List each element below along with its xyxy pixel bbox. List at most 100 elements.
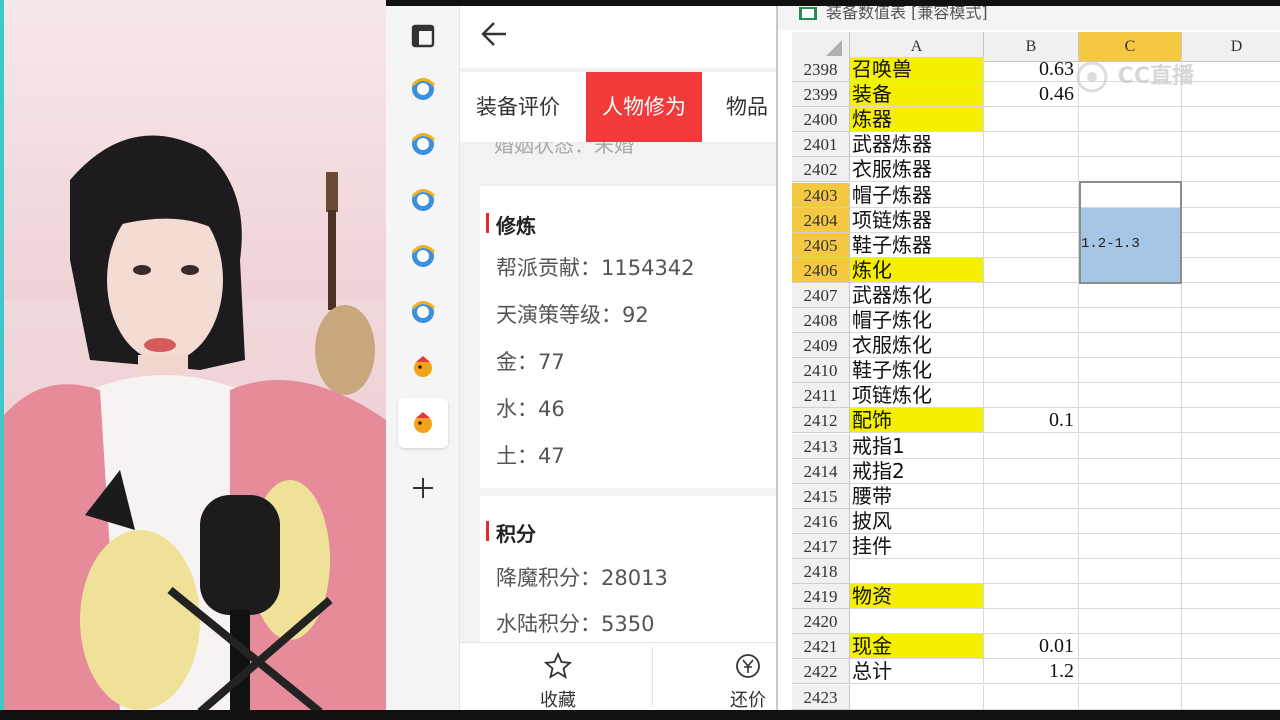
window-icon[interactable]: [407, 20, 439, 52]
cell-b[interactable]: 0.46: [984, 82, 1079, 107]
cell-d[interactable]: [1182, 258, 1280, 283]
cell-c[interactable]: [1079, 484, 1182, 509]
cell-d[interactable]: [1182, 132, 1280, 157]
cell-d[interactable]: [1182, 183, 1280, 208]
cell-a[interactable]: 衣服炼器: [850, 157, 984, 182]
cell-b[interactable]: 0.01: [984, 634, 1079, 659]
row-header[interactable]: 2410: [792, 358, 850, 383]
cell-b[interactable]: [984, 509, 1079, 534]
cell-c[interactable]: [1079, 308, 1182, 333]
row-header[interactable]: 2401: [792, 132, 850, 157]
cell-b[interactable]: [984, 484, 1079, 509]
cell-d[interactable]: [1182, 434, 1280, 459]
cell-a[interactable]: 召唤兽: [850, 57, 984, 82]
cell-d[interactable]: [1182, 459, 1280, 484]
cell-b[interactable]: [984, 584, 1079, 609]
cell-d[interactable]: [1182, 559, 1280, 584]
row-header[interactable]: 2421: [792, 634, 850, 659]
cell-a[interactable]: [850, 609, 984, 634]
cell-b[interactable]: [984, 434, 1079, 459]
row-header[interactable]: 2415: [792, 484, 850, 509]
cell-c[interactable]: [1079, 333, 1182, 358]
cell-a[interactable]: 总计: [850, 659, 984, 684]
cell-c[interactable]: [1079, 283, 1182, 308]
cell-b[interactable]: [984, 559, 1079, 584]
cell-d[interactable]: [1182, 157, 1280, 182]
row-header[interactable]: 2400: [792, 107, 850, 132]
cell-b[interactable]: [984, 333, 1079, 358]
game-bird-icon[interactable]: [398, 398, 448, 448]
cell-b[interactable]: [984, 258, 1079, 283]
browser-icon[interactable]: [407, 184, 439, 216]
cell-a[interactable]: 现金: [850, 634, 984, 659]
cell-c[interactable]: [1079, 509, 1182, 534]
row-header[interactable]: 2405: [792, 233, 850, 258]
cell-b[interactable]: [984, 107, 1079, 132]
cell-a[interactable]: 腰带: [850, 484, 984, 509]
cell-b[interactable]: [984, 208, 1079, 233]
browser-icon[interactable]: [407, 73, 439, 105]
row-header[interactable]: 2409: [792, 333, 850, 358]
selected-range[interactable]: [1079, 181, 1182, 284]
cell-c[interactable]: [1079, 358, 1182, 383]
game-bird-icon[interactable]: [407, 351, 439, 383]
cell-d[interactable]: [1182, 659, 1280, 684]
cell-b[interactable]: 1.2: [984, 659, 1079, 684]
cell-a[interactable]: 戒指2: [850, 459, 984, 484]
cell-a[interactable]: 戒指1: [850, 434, 984, 459]
row-header[interactable]: 2408: [792, 308, 850, 333]
favorite-button[interactable]: 收藏: [536, 651, 580, 710]
cell-c[interactable]: [1079, 559, 1182, 584]
cell-b[interactable]: [984, 308, 1079, 333]
cell-a[interactable]: 披风: [850, 509, 984, 534]
cell-c[interactable]: [1079, 609, 1182, 634]
cell-b[interactable]: [984, 157, 1079, 182]
cell-a[interactable]: 炼化: [850, 258, 984, 283]
cell-b[interactable]: [984, 132, 1079, 157]
cell-d[interactable]: [1182, 634, 1280, 659]
cell-c[interactable]: [1079, 534, 1182, 559]
cell-d[interactable]: [1182, 333, 1280, 358]
cell-c[interactable]: [1079, 107, 1182, 132]
cell-b[interactable]: [984, 283, 1079, 308]
cell-b[interactable]: [984, 358, 1079, 383]
cell-d[interactable]: [1182, 484, 1280, 509]
cell-a[interactable]: 项链炼器: [850, 208, 984, 233]
cell-a[interactable]: 配饰: [850, 408, 984, 433]
cell-c[interactable]: [1079, 685, 1182, 710]
cell-b[interactable]: 0.63: [984, 57, 1079, 82]
browser-icon[interactable]: [407, 128, 439, 160]
row-header[interactable]: 2420: [792, 609, 850, 634]
cell-d[interactable]: [1182, 685, 1280, 710]
row-header[interactable]: 2423: [792, 685, 850, 710]
cell-d[interactable]: [1182, 584, 1280, 609]
cell-a[interactable]: [850, 559, 984, 584]
cell-b[interactable]: 0.1: [984, 408, 1079, 433]
cell-a[interactable]: 物资: [850, 584, 984, 609]
row-header[interactable]: 2402: [792, 157, 850, 182]
cell-b[interactable]: [984, 233, 1079, 258]
cell-a[interactable]: 衣服炼化: [850, 333, 984, 358]
cell-d[interactable]: [1182, 208, 1280, 233]
cell-c[interactable]: [1079, 434, 1182, 459]
cell-c[interactable]: [1079, 132, 1182, 157]
cell-d[interactable]: [1182, 283, 1280, 308]
cell-d[interactable]: [1182, 308, 1280, 333]
browser-icon[interactable]: [407, 296, 439, 328]
row-header[interactable]: 2413: [792, 434, 850, 459]
row-header[interactable]: 2403: [792, 183, 850, 208]
cell-a[interactable]: 武器炼器: [850, 132, 984, 157]
row-header[interactable]: 2417: [792, 534, 850, 559]
cell-a[interactable]: 鞋子炼器: [850, 233, 984, 258]
cell-b[interactable]: [984, 609, 1079, 634]
cell-d[interactable]: [1182, 509, 1280, 534]
cell-a[interactable]: 项链炼化: [850, 383, 984, 408]
tab-character-cultivation[interactable]: 人物修为: [586, 72, 702, 142]
row-header[interactable]: 2407: [792, 283, 850, 308]
row-header[interactable]: 2416: [792, 509, 850, 534]
cell-a[interactable]: 鞋子炼化: [850, 358, 984, 383]
cell-d[interactable]: [1182, 534, 1280, 559]
row-header[interactable]: 2422: [792, 659, 850, 684]
cell-c[interactable]: [1079, 459, 1182, 484]
cell-c[interactable]: [1079, 157, 1182, 182]
